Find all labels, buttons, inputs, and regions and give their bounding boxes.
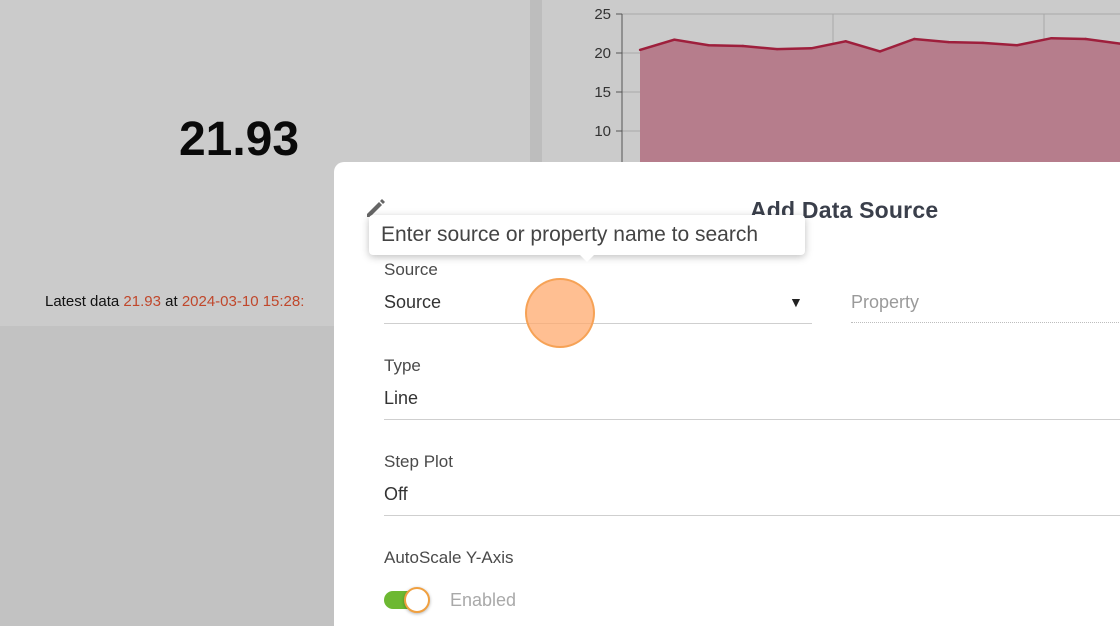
source-underline: [384, 323, 812, 324]
click-indicator: [525, 278, 595, 348]
step-plot-underline: [384, 515, 1120, 516]
property-input[interactable]: Property: [851, 292, 919, 313]
data-point-4: [775, 47, 779, 51]
data-point-1: [673, 38, 676, 41]
data-point-9: [947, 40, 950, 44]
data-point-6: [844, 40, 847, 43]
autoscale-label: AutoScale Y-Axis: [384, 548, 514, 567]
step-plot-label: Step Plot: [384, 452, 453, 471]
data-point-12: [1050, 37, 1053, 40]
y-tick-label: 10: [594, 123, 611, 140]
toggle-knob[interactable]: [404, 587, 430, 613]
step-plot-select[interactable]: Off: [384, 484, 408, 505]
type-underline: [384, 419, 1120, 420]
latest-data-prefix: Latest data: [45, 293, 120, 310]
source-select[interactable]: Source: [384, 292, 441, 313]
autoscale-state: Enabled: [450, 590, 517, 610]
series-area: [640, 38, 1120, 170]
latest-data-line: Latest data 21.93 at 2024-03-10 15:28:: [45, 293, 304, 310]
data-point-13: [1084, 37, 1087, 41]
y-tick-label: 25: [594, 6, 611, 23]
data-point-11: [1015, 44, 1019, 47]
source-label: Source: [384, 260, 438, 279]
data-point-7: [878, 50, 882, 53]
data-point-3: [741, 44, 745, 48]
latest-data-value: 21.93: [123, 293, 161, 310]
chart-plot: 25 20 15 10: [594, 6, 1120, 170]
type-label: Type: [384, 356, 421, 375]
latest-data-at: at: [165, 293, 178, 310]
search-tooltip: Enter source or property name to search: [369, 215, 805, 255]
triangle-down-icon[interactable]: ▼: [789, 294, 803, 310]
property-underline: [851, 322, 1120, 323]
data-point-2: [707, 44, 710, 47]
y-tick-label: 20: [594, 45, 611, 62]
data-point-0: [638, 48, 642, 52]
data-point-10: [981, 41, 985, 45]
tooltip-arrow: [578, 253, 596, 262]
data-point-8: [913, 37, 916, 41]
y-tick-label: 15: [594, 84, 611, 101]
type-select[interactable]: Line: [384, 388, 418, 409]
latest-data-timestamp: 2024-03-10 15:28:: [181, 293, 305, 310]
y-axis-ticks: 25 20 15 10: [594, 6, 622, 140]
data-point-5: [810, 47, 813, 50]
current-value: 21.93: [178, 113, 300, 166]
